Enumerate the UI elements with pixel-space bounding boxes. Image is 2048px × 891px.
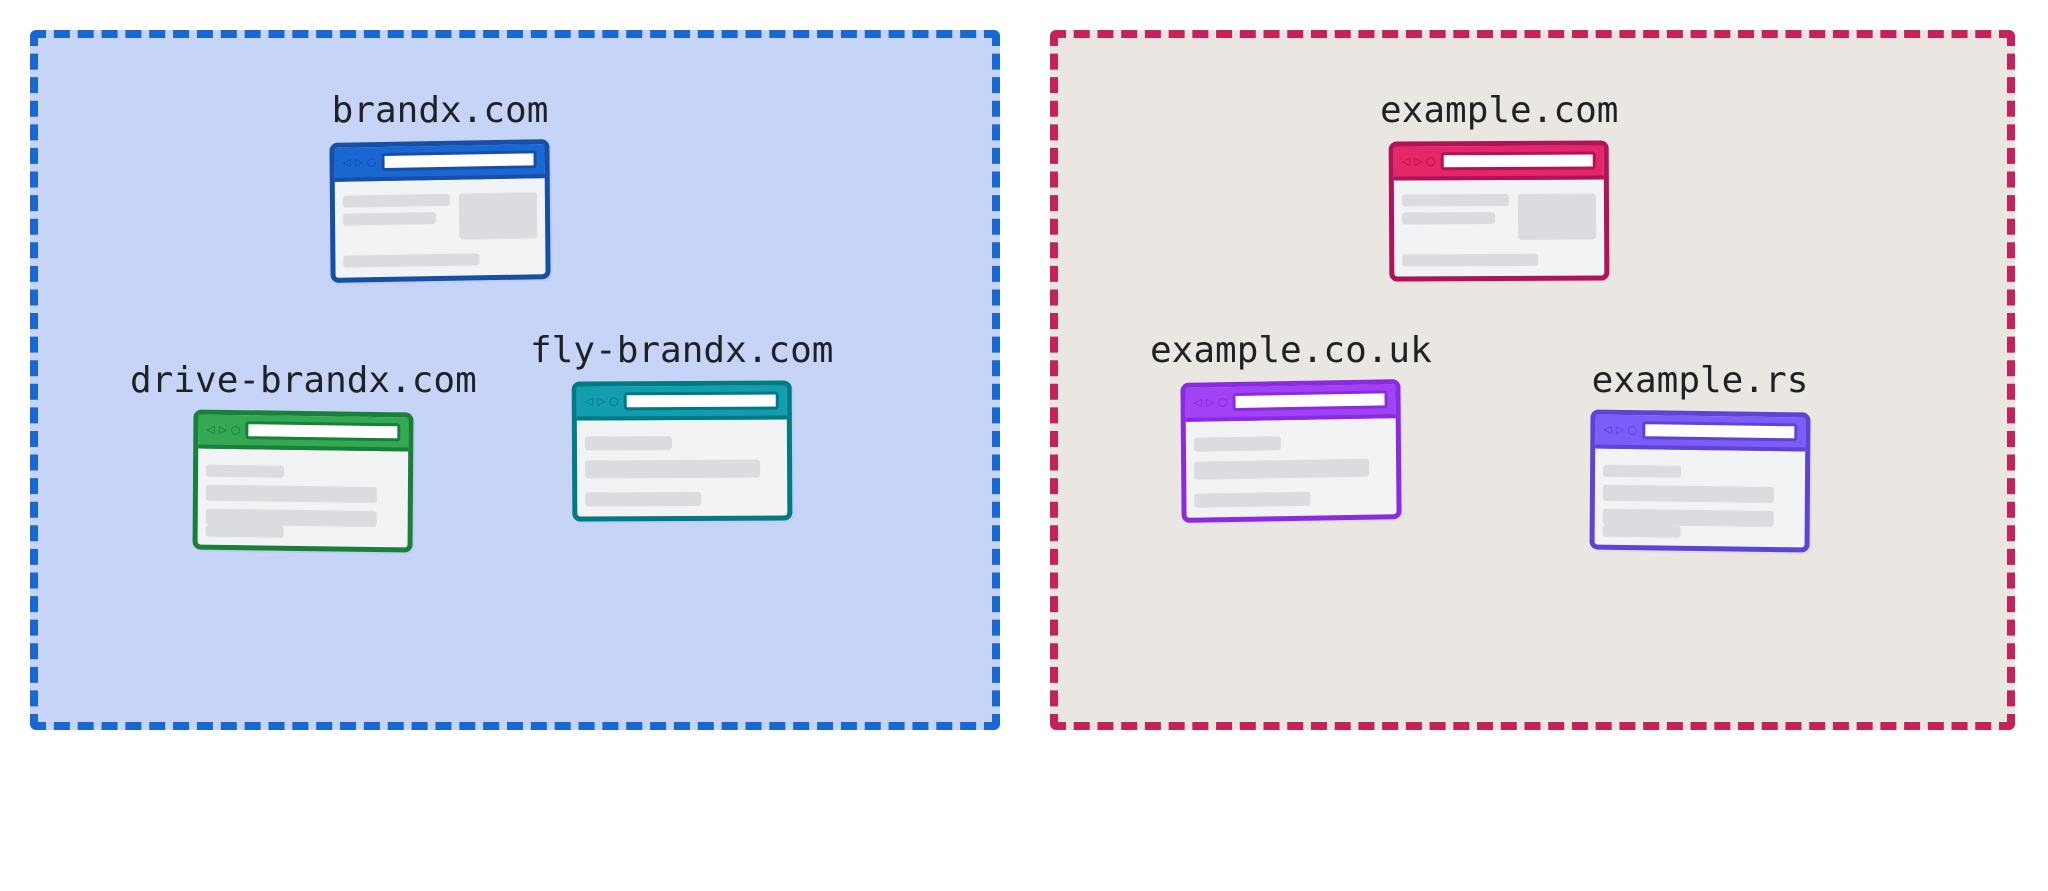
browser-nav-controls: ◁ ▷ ◯ [207,423,240,437]
site-example-co-uk: example.co.uk ◁ ▷ ◯ [1150,330,1432,521]
browser-nav-controls: ◁ ▷ ◯ [584,394,617,408]
site-label: brandx.com [332,90,549,131]
browser-window-icon: ◁ ▷ ◯ [329,139,550,283]
browser-body [1194,428,1389,509]
site-label: example.co.uk [1150,330,1432,371]
site-fly-brandx: fly-brandx.com ◁ ▷ ◯ [530,330,833,521]
nav-reload-icon: ◯ [1628,423,1637,437]
browser-toolbar: ◁ ▷ ◯ [1595,415,1805,452]
nav-fwd-icon: ▷ [1414,154,1423,168]
browser-toolbar: ◁ ▷ ◯ [1394,145,1604,180]
site-example: example.com ◁ ▷ ◯ [1380,90,1618,281]
nav-reload-icon: ◯ [367,155,376,169]
browser-toolbar: ◁ ▷ ◯ [334,144,544,182]
nav-fwd-icon: ▷ [1206,395,1215,409]
nav-reload-icon: ◯ [1218,395,1227,409]
nav-reload-icon: ◯ [1427,154,1436,168]
address-bar [624,391,779,410]
browser-body [585,429,779,508]
site-drive-brandx: drive-brandx.com ◁ ▷ ◯ [130,360,477,551]
nav-back-icon: ◁ [1603,423,1612,437]
browser-nav-controls: ◁ ▷ ◯ [1603,423,1636,437]
nav-back-icon: ◁ [207,423,216,437]
browser-body [1402,189,1596,268]
browser-body [343,188,538,269]
site-brandx: brandx.com ◁ ▷ ◯ [330,90,550,281]
browser-window-icon: ◁ ▷ ◯ [571,380,792,521]
browser-window-icon: ◁ ▷ ◯ [193,409,414,552]
address-bar [1441,151,1596,170]
site-label: fly-brandx.com [530,330,833,371]
address-bar [1643,421,1798,441]
address-bar [246,421,401,441]
browser-window-icon: ◁ ▷ ◯ [1389,140,1610,281]
site-label: example.com [1380,90,1618,131]
nav-fwd-icon: ▷ [219,423,228,437]
nav-reload-icon: ◯ [609,394,618,408]
nav-reload-icon: ◯ [232,423,241,437]
diagram-canvas: brandx.com ◁ ▷ ◯ drive-brandx.com ◁ ▷ [0,0,2048,891]
browser-nav-controls: ◁ ▷ ◯ [343,155,376,170]
nav-back-icon: ◁ [584,394,593,408]
browser-toolbar: ◁ ▷ ◯ [199,415,409,452]
address-bar [1233,390,1388,411]
nav-back-icon: ◁ [1193,396,1202,410]
browser-toolbar: ◁ ▷ ◯ [1185,384,1395,422]
nav-back-icon: ◁ [1402,154,1411,168]
nav-fwd-icon: ▷ [597,394,606,408]
site-label: drive-brandx.com [130,360,477,401]
browser-nav-controls: ◁ ▷ ◯ [1402,154,1435,168]
nav-fwd-icon: ▷ [355,155,364,169]
browser-toolbar: ◁ ▷ ◯ [576,385,786,420]
site-example-rs: example.rs ◁ ▷ ◯ [1590,360,1810,551]
address-bar [382,150,537,171]
browser-window-icon: ◁ ▷ ◯ [1180,379,1401,523]
browser-window-icon: ◁ ▷ ◯ [1590,409,1811,552]
browser-body [1603,459,1798,540]
nav-back-icon: ◁ [343,156,352,170]
site-label: example.rs [1592,360,1809,401]
nav-fwd-icon: ▷ [1616,423,1625,437]
browser-body [206,459,401,540]
browser-nav-controls: ◁ ▷ ◯ [1193,395,1226,410]
